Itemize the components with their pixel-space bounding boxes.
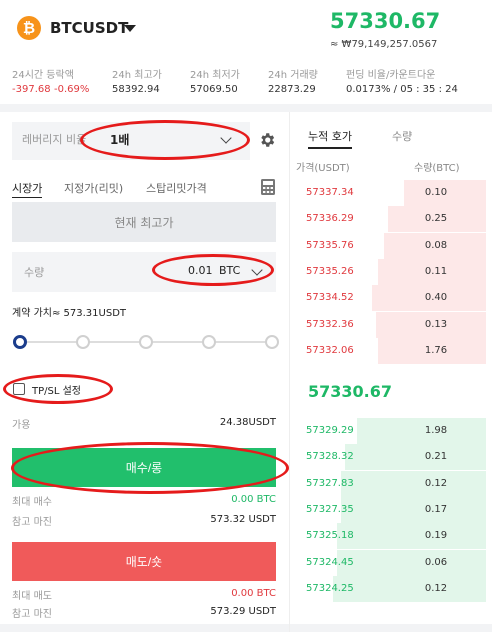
bid-depth-bar bbox=[340, 496, 486, 523]
ask-row[interactable]: 57336.29 0.25 bbox=[290, 206, 486, 233]
bid-qty: 0.17 bbox=[424, 503, 448, 515]
bid-price: 57325.18 bbox=[306, 530, 354, 542]
bid-row[interactable]: 57325.18 0.19 bbox=[290, 523, 486, 550]
gear-icon[interactable] bbox=[258, 131, 276, 149]
slider-handle[interactable] bbox=[13, 335, 27, 349]
bid-depth-bar bbox=[340, 470, 486, 497]
ask-qty: 0.40 bbox=[424, 292, 448, 304]
bid-depth-bar bbox=[337, 549, 486, 576]
bid-qty: 0.19 bbox=[424, 530, 448, 542]
bid-depth-bar bbox=[337, 523, 486, 550]
bid-row[interactable]: 57327.35 0.17 bbox=[290, 496, 486, 523]
orderbook-qty-header: 수량(BTC) bbox=[414, 163, 460, 174]
ask-qty: 0.10 bbox=[424, 187, 448, 198]
stat-change-label: 24시간 등락액 bbox=[12, 70, 74, 81]
stat-high-label: 24h 최고가 bbox=[112, 70, 162, 81]
stat-change-amount: -397.68 bbox=[12, 84, 51, 95]
ask-row[interactable]: 57332.06 1.76 bbox=[290, 337, 486, 364]
tab-market[interactable]: 시장가 bbox=[12, 180, 43, 198]
available-label: 가용 bbox=[12, 420, 31, 431]
buy-max-label: 최대 매수 bbox=[12, 497, 52, 508]
bid-row[interactable]: 57327.83 0.12 bbox=[290, 470, 486, 497]
ask-price: 57335.26 bbox=[306, 265, 354, 277]
sell-margin-value: 573.29 USDT bbox=[210, 606, 276, 617]
ask-qty: 0.13 bbox=[424, 318, 448, 330]
sell-max-value: 0.00 BTC bbox=[231, 588, 276, 599]
ask-price: 57332.36 bbox=[306, 318, 354, 330]
annotation-circle-tpsl bbox=[3, 374, 113, 404]
section-divider bbox=[0, 104, 492, 112]
buy-max-value: 0.00 BTC bbox=[231, 494, 276, 505]
quantity-label: 수량 bbox=[24, 266, 45, 279]
bid-qty: 0.06 bbox=[424, 556, 448, 568]
bitcoin-logo-icon: ₿ bbox=[17, 16, 41, 40]
tab-stop-limit[interactable]: 스탑리밋가격 bbox=[146, 180, 207, 196]
slider-step-100[interactable] bbox=[265, 335, 279, 349]
bottom-divider bbox=[0, 624, 492, 632]
ask-price: 57332.06 bbox=[306, 344, 354, 356]
ask-price: 57335.76 bbox=[306, 239, 354, 251]
bid-price: 57327.83 bbox=[306, 477, 354, 489]
bid-price: 57328.32 bbox=[306, 451, 354, 463]
slider-step-25[interactable] bbox=[76, 335, 90, 349]
tab-limit[interactable]: 지정가(리밋) bbox=[64, 180, 123, 196]
stat-funding-value: 0.0173% / 05 : 35 : 24 bbox=[346, 84, 458, 95]
tab-quantity[interactable]: 수량 bbox=[392, 128, 412, 144]
stat-low-label: 24h 최저가 bbox=[190, 70, 240, 81]
sell-margin-label: 참고 마진 bbox=[12, 609, 52, 620]
caret-down-icon[interactable] bbox=[124, 25, 136, 32]
bid-qty: 1.98 bbox=[424, 425, 448, 436]
symbol-selector[interactable]: BTCUSDT bbox=[50, 19, 128, 37]
bid-price: 57329.29 bbox=[306, 425, 354, 436]
slider-step-75[interactable] bbox=[202, 335, 216, 349]
krw-price: ≈ ₩79,149,257.0567 bbox=[330, 39, 438, 50]
bid-row[interactable]: 57324.45 0.06 bbox=[290, 549, 486, 576]
ask-row[interactable]: 57332.36 0.13 bbox=[290, 311, 486, 338]
orderbook-price-header: 가격(USDT) bbox=[296, 163, 350, 174]
buy-margin-label: 참고 마진 bbox=[12, 517, 52, 528]
sell-short-button[interactable]: 매도/숏 bbox=[12, 542, 276, 581]
bid-row[interactable]: 57324.25 0.12 bbox=[290, 575, 486, 602]
annotation-circle-buy bbox=[11, 442, 289, 494]
stat-change-percent: -0.69% bbox=[54, 84, 90, 95]
ask-row[interactable]: 57334.52 0.40 bbox=[290, 285, 486, 312]
buy-margin-value: 573.32 USDT bbox=[210, 514, 276, 525]
bid-price: 57324.25 bbox=[306, 582, 354, 594]
contract-value: 계약 가치≈ 573.31USDT bbox=[12, 308, 127, 319]
leverage-label: 레버리지 비율 bbox=[22, 133, 87, 146]
ask-row[interactable]: 57335.76 0.08 bbox=[290, 232, 486, 259]
bid-price: 57327.35 bbox=[306, 503, 354, 515]
ask-qty: 1.76 bbox=[424, 344, 448, 356]
ask-qty: 0.11 bbox=[424, 265, 448, 277]
mid-price: 57330.67 bbox=[308, 382, 393, 401]
ask-row[interactable]: 57335.26 0.11 bbox=[290, 258, 486, 285]
ask-price: 57334.52 bbox=[306, 292, 354, 304]
stat-funding-label: 펀딩 비율/카운트다운 bbox=[346, 70, 436, 81]
bid-depth-bar bbox=[333, 575, 486, 602]
bid-price: 57324.45 bbox=[306, 556, 354, 568]
annotation-circle-quantity bbox=[152, 254, 274, 286]
best-price-label: 현재 최고가 bbox=[114, 216, 174, 230]
last-price: 57330.67 bbox=[330, 9, 441, 33]
ask-row[interactable]: 57337.34 0.10 bbox=[290, 180, 486, 206]
bid-row[interactable]: 57328.32 0.21 bbox=[290, 444, 486, 471]
tab-cumulative-depth[interactable]: 누적 호가 bbox=[308, 128, 352, 149]
ask-price: 57336.29 bbox=[306, 213, 354, 225]
bid-row[interactable]: 57329.29 1.98 bbox=[290, 418, 486, 444]
stat-low-value: 57069.50 bbox=[190, 84, 238, 95]
bid-qty: 0.21 bbox=[424, 451, 448, 463]
bid-qty: 0.12 bbox=[424, 582, 448, 594]
ask-qty: 0.25 bbox=[424, 213, 448, 225]
stat-volume-label: 24h 거래량 bbox=[268, 70, 318, 81]
ask-qty: 0.08 bbox=[424, 239, 448, 251]
stat-high-value: 58392.94 bbox=[112, 84, 160, 95]
sell-max-label: 최대 매도 bbox=[12, 591, 52, 602]
available-value: 24.38USDT bbox=[219, 417, 276, 428]
bid-qty: 0.12 bbox=[424, 477, 448, 489]
slider-step-50[interactable] bbox=[139, 335, 153, 349]
ask-price: 57337.34 bbox=[306, 187, 354, 198]
annotation-circle-leverage bbox=[80, 120, 250, 160]
stat-volume-value: 22873.29 bbox=[268, 84, 316, 95]
calculator-icon[interactable] bbox=[260, 178, 276, 196]
